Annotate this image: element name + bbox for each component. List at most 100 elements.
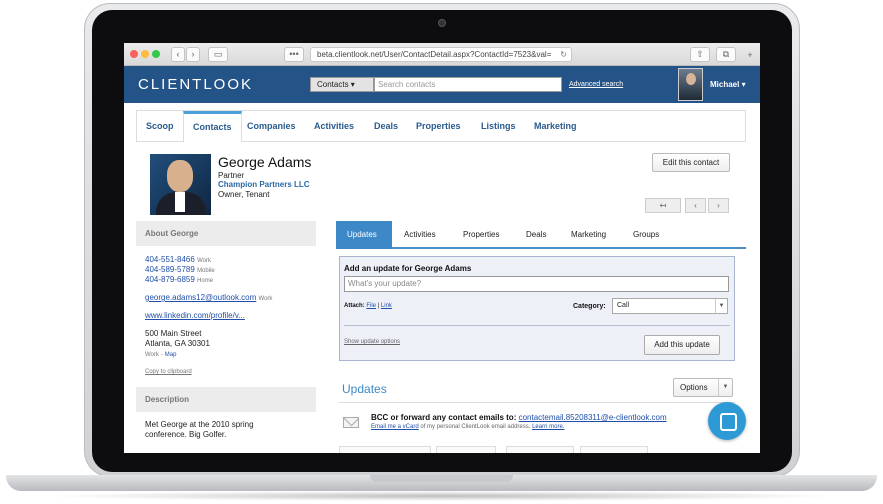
tab-marketing[interactable]: Marketing (560, 221, 617, 249)
attach-file-link[interactable]: File (366, 303, 376, 309)
description-line2: conference. Big Golfer. (145, 430, 227, 439)
tab-scoop[interactable]: Scoop (137, 111, 183, 141)
user-avatar[interactable] (678, 68, 703, 101)
search-type-select[interactable]: Contacts ▾ (310, 77, 374, 92)
contact-name: George Adams (218, 154, 312, 170)
contact-tabs: Updates Activities Properties Deals Mark… (336, 221, 746, 249)
extensions-button[interactable]: ••• (284, 47, 304, 62)
previous-contact-button[interactable]: ‹ (685, 198, 706, 213)
attach-label: Attach: (344, 303, 365, 309)
forward-button[interactable]: › (186, 47, 200, 62)
new-tab-icon[interactable]: + (742, 49, 758, 64)
address-bar[interactable]: beta.clientlook.net/User/ContactDetail.a… (310, 47, 572, 62)
tab-activities[interactable]: Activities (393, 221, 447, 249)
tab-companies[interactable]: Companies (238, 111, 305, 141)
tab-deals[interactable]: Deals (365, 111, 407, 141)
bcc-email-link[interactable]: contactemail.85208311@e-clientlook.com (519, 413, 667, 422)
tab-contacts[interactable]: Contacts (183, 111, 242, 142)
updates-heading: Updates (342, 382, 387, 396)
category-select[interactable]: Call ▼ (612, 298, 728, 314)
tab-properties[interactable]: Properties (407, 111, 470, 141)
linkedin-link[interactable]: www.linkedin.com/profile/v... (145, 311, 245, 320)
chevron-down-icon: ▼ (718, 379, 732, 396)
maximize-window-icon[interactable] (152, 50, 160, 58)
add-update-form: Add an update for George Adams What's yo… (339, 256, 735, 361)
category-label: Category: (573, 303, 606, 310)
attach-separator: | (377, 303, 380, 309)
contact-photo (150, 154, 211, 215)
map-link[interactable]: Map (165, 352, 177, 358)
phone-number[interactable]: 404-589-5789 (145, 265, 195, 274)
attach-link-link[interactable]: Link (381, 303, 392, 309)
tab-groups[interactable]: Groups (622, 221, 670, 249)
partial-row (339, 446, 431, 453)
vcard-text: of my personal ClientLook email address. (420, 424, 531, 430)
contact-title: Partner (218, 171, 245, 180)
tab-activities[interactable]: Activities (305, 111, 363, 141)
clientlook-logo[interactable]: CLIENTLOOK (138, 76, 253, 93)
camera-icon (438, 19, 446, 27)
phone-type: Work (197, 258, 211, 264)
laptop-mockup: ‹ › ▭ ••• beta.clientlook.net/User/Conta… (0, 0, 883, 504)
learn-more-link[interactable]: Learn more. (532, 424, 564, 430)
chat-icon[interactable] (708, 402, 746, 440)
form-divider (344, 325, 730, 326)
next-contact-button[interactable]: › (708, 198, 729, 213)
tab-listings[interactable]: Listings (472, 111, 525, 141)
copy-to-clipboard-link[interactable]: Copy to clipboard (145, 369, 192, 375)
back-button[interactable]: ‹ (171, 47, 185, 62)
screen: ‹ › ▭ ••• beta.clientlook.net/User/Conta… (124, 43, 760, 453)
contact-company-link[interactable]: Champion Partners LLC (218, 180, 310, 189)
show-update-options-link[interactable]: Show update options (344, 339, 400, 345)
address-meta: Work - Map (145, 352, 177, 358)
phone-type: Mobile (197, 268, 215, 274)
update-textarea[interactable]: What's your update? (344, 276, 729, 292)
vcard-link[interactable]: Email me a vCard (371, 424, 419, 430)
email-link[interactable]: george.adams12@outlook.com (145, 293, 256, 302)
phone-mobile: 404-589-5789 Mobile (145, 265, 215, 274)
user-menu[interactable]: Michael ▾ (710, 80, 746, 89)
search-input[interactable]: Search contacts (374, 77, 562, 92)
chevron-down-icon: ▼ (715, 299, 727, 313)
tab-marketing[interactable]: Marketing (525, 111, 586, 141)
advanced-search-link[interactable]: Advanced search (569, 81, 623, 88)
update-form-label: Add an update for George Adams (344, 264, 472, 273)
email-type: Work (258, 296, 273, 302)
tab-deals[interactable]: Deals (515, 221, 557, 249)
app-header: CLIENTLOOK Contacts ▾ Search contacts Ad… (124, 66, 760, 103)
partial-row (506, 446, 574, 453)
sidebar-toggle-icon[interactable]: ▭ (208, 47, 228, 62)
phone-number[interactable]: 404-879-6859 (145, 275, 195, 284)
add-update-button[interactable]: Add this update (644, 335, 720, 355)
category-value: Call (617, 302, 630, 309)
description-line1: Met George at the 2010 spring (145, 420, 254, 429)
linkedin-row: www.linkedin.com/profile/v... (145, 311, 245, 320)
attach-row: Attach: File | Link (344, 303, 392, 309)
bcc-text: BCC or forward any contact emails to: (371, 413, 517, 422)
back-to-list-button[interactable]: ↤ (645, 198, 681, 213)
phone-work: 404-551-8466 Work (145, 255, 211, 264)
reload-icon[interactable]: ↻ (560, 48, 567, 61)
browser-toolbar: ‹ › ▭ ••• beta.clientlook.net/User/Conta… (124, 43, 760, 66)
laptop-notch (370, 475, 513, 482)
envelope-icon (343, 417, 359, 428)
edit-contact-button[interactable]: Edit this contact (652, 153, 730, 172)
phone-type: Home (197, 278, 214, 284)
vcard-row: Email me a vCard of my personal ClientLo… (371, 424, 564, 430)
tab-updates[interactable]: Updates (336, 221, 392, 249)
options-button[interactable]: Options ▼ (673, 378, 733, 397)
tabs-overview-icon[interactable]: ⧉ (716, 47, 736, 62)
url-text: beta.clientlook.net/User/ContactDetail.a… (317, 50, 552, 59)
updates-divider (339, 402, 735, 403)
phone-home: 404-879-6859 Home (145, 275, 213, 284)
minimize-window-icon[interactable] (141, 50, 149, 58)
partial-row (436, 446, 496, 453)
description-heading: Description (136, 387, 316, 412)
share-icon[interactable]: ⇧ (690, 47, 710, 62)
close-window-icon[interactable] (130, 50, 138, 58)
phone-number[interactable]: 404-551-8466 (145, 255, 195, 264)
bcc-instructions: BCC or forward any contact emails to: co… (371, 413, 667, 422)
tab-properties[interactable]: Properties (452, 221, 510, 249)
options-label: Options (680, 383, 708, 392)
laptop-shadow (40, 491, 843, 501)
